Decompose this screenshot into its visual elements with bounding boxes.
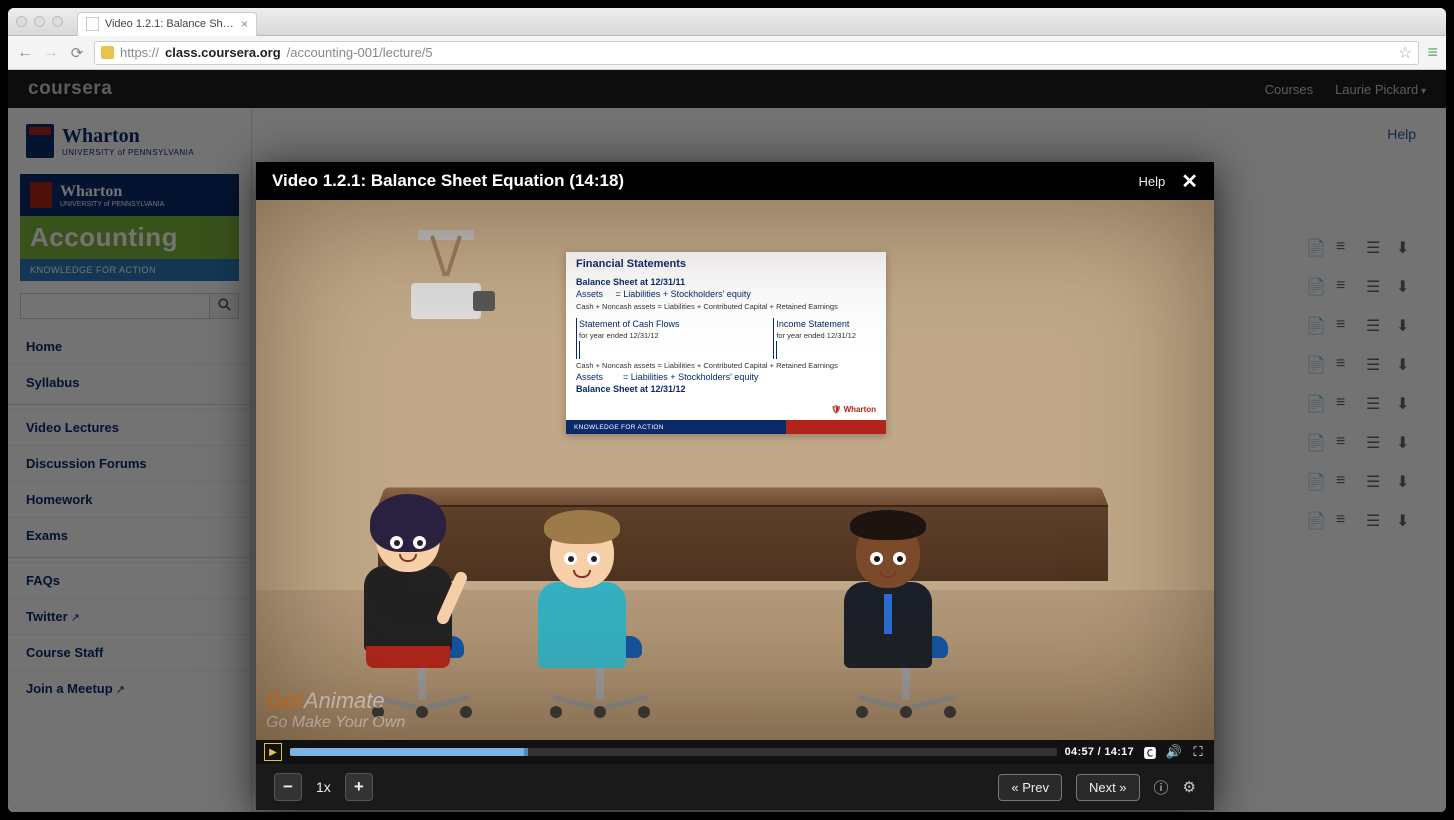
info-icon[interactable]: ⓘ <box>1154 777 1169 798</box>
character-woman <box>364 502 452 668</box>
slide-left-stmt: Statement of Cash Flows <box>579 318 680 330</box>
video-canvas[interactable]: Financial Statements Balance Sheet at 12… <box>256 200 1214 740</box>
watermark-a: Go! <box>266 688 304 713</box>
captions-icon[interactable]: 🅲 <box>1142 745 1158 759</box>
url-protocol: https:// <box>120 45 159 60</box>
slide-eq2b: = Liabilities + Stockholders' equity <box>623 372 758 382</box>
back-button[interactable]: ← <box>16 44 34 62</box>
video-modal: Video 1.2.1: Balance Sheet Equation (14:… <box>256 162 1214 810</box>
character-man-1 <box>538 518 626 668</box>
fullscreen-icon[interactable]: ⛶ <box>1190 745 1206 759</box>
modal-close-button[interactable]: ✕ <box>1181 169 1198 194</box>
progress-fill <box>290 748 524 756</box>
modal-title: Video 1.2.1: Balance Sheet Equation (14:… <box>272 171 624 191</box>
watermark-line2: Go Make Your Own <box>266 714 405 732</box>
slide-eq1b: = Liabilities + Stockholders' equity <box>616 289 751 299</box>
character-man-2 <box>844 518 932 668</box>
video-scrubber-row: ▶ 04:57 / 14:17 🅲 🔊 ⛶ <box>256 740 1214 764</box>
volume-icon[interactable]: 🔊 <box>1166 745 1182 759</box>
prev-button[interactable]: « Prev <box>998 774 1062 801</box>
tab-close-icon[interactable]: × <box>241 17 248 31</box>
next-button[interactable]: Next » <box>1076 774 1140 801</box>
desk-prop <box>378 485 1108 581</box>
slide-bs2: Balance Sheet at 12/31/12 <box>576 384 686 394</box>
traffic-zoom[interactable] <box>52 16 63 27</box>
page-content: coursera Courses Laurie Pickard Wharton … <box>8 70 1446 812</box>
slide-detail2: Cash + Noncash assets = Liabilities + Co… <box>576 361 838 370</box>
speed-label: 1x <box>316 779 331 795</box>
slide-eq2a: Assets <box>576 372 603 382</box>
traffic-close[interactable] <box>16 16 27 27</box>
lock-icon <box>101 46 114 59</box>
tab-title: Video 1.2.1: Balance Sheet… <box>105 18 235 30</box>
play-button[interactable]: ▶ <box>264 743 282 761</box>
page-favicon-icon <box>86 17 99 31</box>
gear-icon[interactable]: ⚙ <box>1183 778 1196 796</box>
browser-tab[interactable]: Video 1.2.1: Balance Sheet… × <box>77 12 257 36</box>
slide-right-stmt: Income Statement <box>776 318 856 330</box>
speed-decrease-button[interactable]: − <box>274 773 302 801</box>
browser-tabstrip: Video 1.2.1: Balance Sheet… × <box>8 8 1446 36</box>
slide-heading: Financial Statements <box>566 252 886 274</box>
progress-bar[interactable] <box>290 748 1057 756</box>
modal-help-link[interactable]: Help <box>1138 174 1165 189</box>
goanimate-watermark: Go!Animate Go Make Your Own <box>266 688 405 732</box>
url-path: /accounting-001/lecture/5 <box>287 45 433 60</box>
address-bar[interactable]: https:// class.coursera.org/accounting-00… <box>94 41 1419 65</box>
slide-wharton-mark: 🛡 Wharton <box>566 401 886 420</box>
speed-increase-button[interactable]: + <box>345 773 373 801</box>
url-host: class.coursera.org <box>165 45 281 60</box>
watermark-b: Animate <box>304 688 385 713</box>
slide-detail1: Cash + Noncash assets = Liabilities + Co… <box>576 302 838 311</box>
slide-left-range: for year ended 12/31/12 <box>579 331 680 341</box>
slide-right-range: for year ended 12/31/12 <box>776 331 856 341</box>
slide-bs1: Balance Sheet at 12/31/11 <box>576 277 685 287</box>
traffic-minimize[interactable] <box>34 16 45 27</box>
slide-eq1a: Assets <box>576 289 603 299</box>
camera-prop <box>396 230 496 319</box>
slide-footer-text: KNOWLEDGE FOR ACTION <box>566 420 786 434</box>
time-display: 04:57 / 14:17 <box>1065 746 1134 758</box>
browser-window: Video 1.2.1: Balance Sheet… × ← → ⟳ http… <box>8 8 1446 812</box>
video-controls-row: − 1x + « Prev Next » ⓘ ⚙ <box>256 764 1214 810</box>
browser-toolbar: ← → ⟳ https:// class.coursera.org/account… <box>8 36 1446 70</box>
modal-header: Video 1.2.1: Balance Sheet Equation (14:… <box>256 162 1214 200</box>
forward-button[interactable]: → <box>42 44 60 62</box>
reload-button[interactable]: ⟳ <box>68 44 86 62</box>
lecture-slide: Financial Statements Balance Sheet at 12… <box>566 252 886 434</box>
chrome-menu-icon[interactable]: ≡ <box>1427 42 1438 63</box>
window-controls <box>16 16 63 27</box>
bookmark-star-icon[interactable]: ☆ <box>1398 43 1412 63</box>
